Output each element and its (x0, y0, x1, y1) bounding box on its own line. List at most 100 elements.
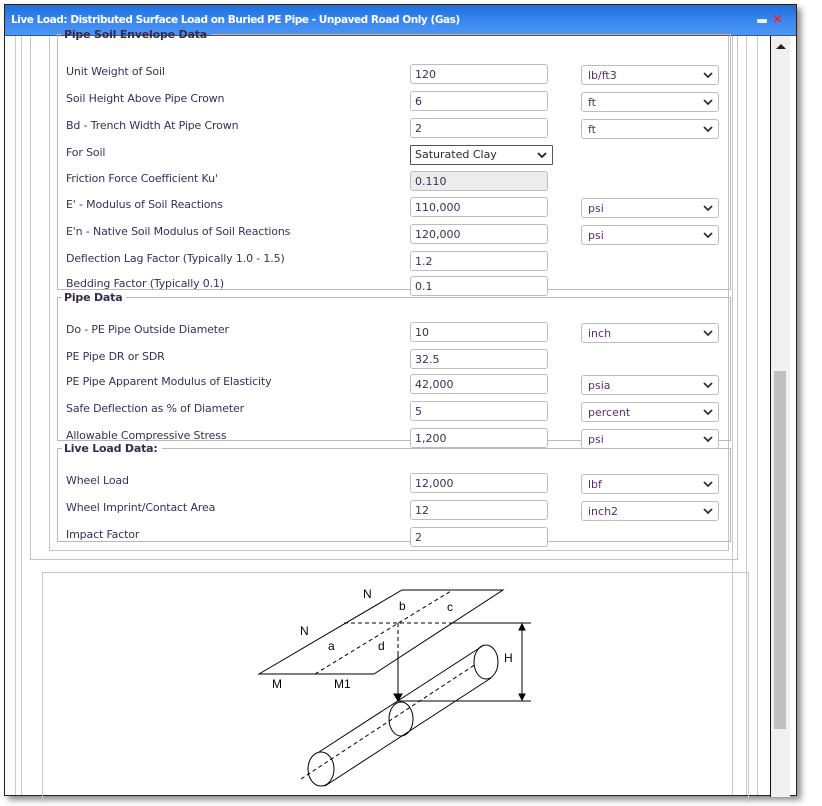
live-load-data-group: Live Load Data: Wheel Load lbf Wheel Imp… (57, 442, 731, 547)
frame-line (15, 36, 16, 795)
select-value: Saturated Clay (415, 148, 497, 161)
label-h: H (504, 651, 513, 665)
chevron-down-icon (703, 232, 713, 239)
field-label: Safe Deflection as % of Diameter (66, 402, 244, 415)
deflection-lag-input[interactable] (410, 251, 548, 271)
h-arrow-bottom (518, 693, 526, 702)
outside-diameter-unit-select[interactable]: inch (581, 323, 719, 343)
select-value: ft (588, 123, 596, 136)
group-legend: Live Load Data: (64, 442, 158, 455)
pipe-end-far (473, 644, 499, 680)
form-row-contact-area: Wheel Imprint/Contact Area inch2 (66, 500, 726, 522)
soil-height-unit-select[interactable]: ft (581, 92, 719, 112)
form-row-apparent-modulus: PE Pipe Apparent Modulus of Elasticity p… (66, 374, 726, 396)
field-label: Wheel Load (66, 474, 129, 487)
vertical-scrollbar[interactable] (770, 36, 790, 797)
impact-factor-input[interactable] (410, 527, 548, 547)
form-row-outside-diameter: Do - PE Pipe Outside Diameter inch (66, 322, 726, 344)
form-row-soil-height: Soil Height Above Pipe Crown ft (66, 91, 726, 113)
field-label: Bd - Trench Width At Pipe Crown (66, 119, 239, 132)
trench-width-unit-select[interactable]: ft (581, 119, 719, 139)
soil-type-select[interactable]: Saturated Clay (410, 145, 553, 165)
form-row-impact-factor: Impact Factor (66, 527, 726, 549)
load-diagram: N N a b c d M M1 H (257, 587, 531, 787)
label-a: a (328, 639, 335, 653)
apparent-modulus-input[interactable] (410, 374, 548, 394)
native-modulus-unit-select[interactable]: psi (581, 225, 719, 245)
select-value: ft (588, 96, 596, 109)
chevron-down-icon (537, 152, 547, 159)
dialog-window: Live Load: Distributed Surface Load on B… (4, 4, 797, 802)
contact-area-unit-select[interactable]: inch2 (581, 501, 719, 521)
select-value: inch2 (588, 505, 619, 518)
unit-weight-unit-select[interactable]: lb/ft3 (581, 65, 719, 85)
plane-dashed-center (314, 590, 452, 675)
soil-height-input[interactable] (410, 91, 548, 111)
field-label: Soil Height Above Pipe Crown (66, 92, 225, 105)
select-value: inch (588, 327, 612, 340)
form-row-unit-weight: Unit Weight of Soil lb/ft3 (66, 64, 726, 86)
scrollbar-thumb[interactable] (774, 371, 786, 729)
chevron-down-icon (703, 99, 713, 106)
native-modulus-input[interactable] (410, 224, 548, 244)
form-row-wheel-load: Wheel Load lbf (66, 473, 726, 495)
frame-line (21, 36, 22, 795)
select-value: lbf (588, 478, 602, 491)
field-label: Do - PE Pipe Outside Diameter (66, 323, 229, 336)
chevron-down-icon (703, 409, 713, 416)
pipe-data-group: Pipe Data Do - PE Pipe Outside Diameter … (57, 291, 731, 449)
modulus-soil-input[interactable] (410, 197, 548, 217)
pipe-end-near (307, 751, 335, 787)
frame-line (757, 36, 758, 795)
field-label: Wheel Imprint/Contact Area (66, 501, 216, 514)
minimize-icon[interactable] (757, 19, 767, 23)
field-label: Friction Force Coefficient Ku' (66, 172, 218, 185)
pipe-soil-envelope-group: Pipe Soil Envelope Data Unit Weight of S… (57, 28, 731, 296)
form-row-native-modulus: E'n - Native Soil Modulus of Soil Reacti… (66, 224, 726, 246)
select-value: psi (588, 202, 604, 215)
field-label: Bedding Factor (Typically 0.1) (66, 277, 224, 290)
h-arrow-top (518, 622, 526, 631)
form-row-safe-deflection: Safe Deflection as % of Diameter percent (66, 401, 726, 423)
field-label: E'n - Native Soil Modulus of Soil Reacti… (66, 225, 291, 238)
select-value: percent (588, 406, 631, 419)
modulus-soil-unit-select[interactable]: psi (581, 198, 719, 218)
friction-coefficient-input (410, 171, 548, 191)
field-label: E' - Modulus of Soil Reactions (66, 198, 223, 211)
load-arrow-head (393, 693, 403, 703)
chevron-down-icon (703, 126, 713, 133)
field-label: PE Pipe Apparent Modulus of Elasticity (66, 375, 272, 388)
label-m: M (272, 677, 282, 691)
close-icon[interactable]: × (772, 13, 783, 27)
form-row-friction-coefficient: Friction Force Coefficient Ku' (66, 171, 726, 193)
form-row-trench-width: Bd - Trench Width At Pipe Crown ft (66, 118, 726, 140)
safe-deflection-unit-select[interactable]: percent (581, 402, 719, 422)
field-label: Allowable Compressive Stress (66, 429, 227, 442)
outside-diameter-input[interactable] (410, 322, 548, 342)
label-n-top: N (363, 587, 372, 601)
scroll-up-arrow-icon[interactable] (776, 44, 786, 49)
pipe-centerline (300, 663, 477, 780)
group-legend: Pipe Data (64, 291, 123, 304)
diagram-panel: N N a b c d M M1 H (42, 572, 749, 802)
field-label: For Soil (66, 146, 106, 159)
trench-width-input[interactable] (410, 118, 548, 138)
field-label: Deflection Lag Factor (Typically 1.0 - 1… (66, 252, 285, 265)
wheel-load-unit-select[interactable]: lbf (581, 474, 719, 494)
label-b: b (399, 599, 406, 613)
wheel-load-input[interactable] (410, 473, 548, 493)
contact-area-input[interactable] (410, 500, 548, 520)
select-value: psi (588, 229, 604, 242)
chevron-down-icon (703, 72, 713, 79)
unit-weight-input[interactable] (410, 64, 548, 84)
surface-plane (257, 589, 505, 675)
group-legend: Pipe Soil Envelope Data (64, 28, 207, 41)
safe-deflection-input[interactable] (410, 401, 548, 421)
chevron-down-icon (703, 382, 713, 389)
dr-sdr-input[interactable] (410, 349, 548, 369)
select-value: psia (588, 379, 611, 392)
label-d: d (378, 639, 385, 653)
form-row-modulus-soil: E' - Modulus of Soil Reactions psi (66, 197, 726, 219)
apparent-modulus-unit-select[interactable]: psia (581, 375, 719, 395)
chevron-down-icon (703, 205, 713, 212)
